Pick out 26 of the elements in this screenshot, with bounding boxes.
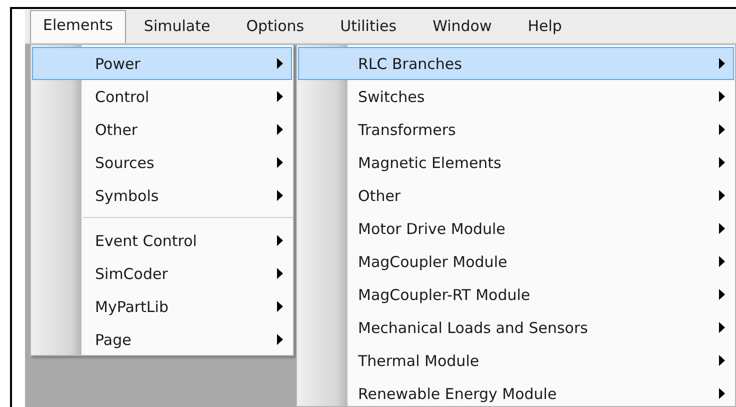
menu-item[interactable]: Event Control xyxy=(32,224,292,257)
menu-item[interactable]: MagCoupler Module xyxy=(298,245,734,278)
menu-item[interactable]: RLC Branches xyxy=(298,47,734,80)
menu-item[interactable]: Control xyxy=(32,80,292,113)
menu-item[interactable]: Other xyxy=(298,179,734,212)
menu-bar-item[interactable]: Utilities xyxy=(322,13,415,43)
menu-bar-item[interactable]: Window xyxy=(414,13,510,43)
menu-item[interactable]: SimCoder xyxy=(32,257,292,290)
menu-item[interactable]: MagCoupler-RT Module xyxy=(298,278,734,311)
menu-bar-item[interactable]: Elements xyxy=(30,10,126,43)
menu-item[interactable]: Page xyxy=(32,323,292,355)
menu-item[interactable]: Power xyxy=(32,47,292,80)
menu-bar-item[interactable]: Simulate xyxy=(126,13,228,43)
menu-item[interactable]: Transformers xyxy=(298,113,734,146)
menu-bar-item[interactable]: Options xyxy=(228,13,322,43)
menu-item[interactable]: Magnetic Elements xyxy=(298,146,734,179)
menu-item[interactable]: Switches xyxy=(298,80,734,113)
menu-item[interactable]: Motor Drive Module xyxy=(298,212,734,245)
menu-item[interactable]: Symbols xyxy=(32,179,292,212)
menu-item[interactable]: MyPartLib xyxy=(32,290,292,323)
menu-bar-item[interactable]: Help xyxy=(510,13,580,43)
menu-item[interactable]: Mechanical Loads and Sensors xyxy=(298,311,734,344)
menu-item[interactable]: Sources xyxy=(32,146,292,179)
menu-item[interactable]: Thermal Module xyxy=(298,344,734,377)
menu-item[interactable]: Renewable Energy Module xyxy=(298,377,734,406)
menu-item[interactable]: Other xyxy=(32,113,292,146)
